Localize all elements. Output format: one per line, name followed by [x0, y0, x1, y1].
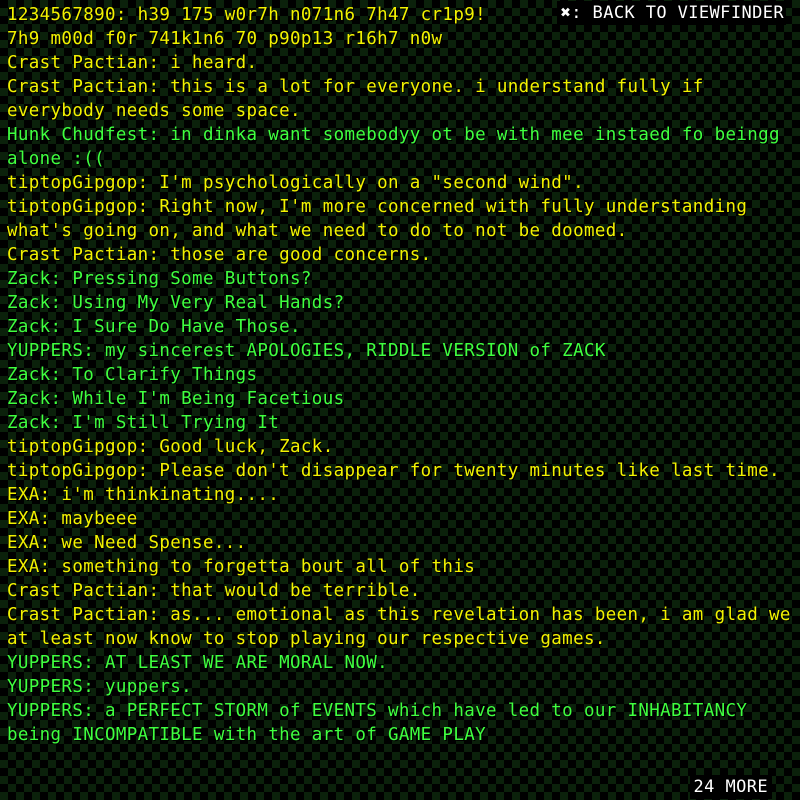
- back-to-viewfinder-button[interactable]: ✖: BACK TO VIEWFINDER: [556, 1, 786, 25]
- chat-message: YUPPERS: yuppers.: [7, 677, 193, 697]
- chat-message: Zack: To Clarify Things: [7, 365, 258, 385]
- chat-message: Crast Pactian: those are good concerns.: [7, 245, 432, 265]
- chat-message: Zack: Using My Very Real Hands?: [7, 293, 345, 313]
- chat-message: Crast Pactian: that would be terrible.: [7, 581, 421, 601]
- chat-log: 1234567890: h39 175 w0r7h n071n6 7h47 cr…: [7, 3, 793, 747]
- chat-message: Hunk Chudfest: in dinka want somebodyy o…: [7, 125, 791, 169]
- chat-message: YUPPERS: a PERFECT STORM of EVENTS which…: [7, 701, 759, 745]
- chat-message: EXA: maybeee: [7, 509, 138, 529]
- chat-message: Crast Pactian: as... emotional as this r…: [7, 605, 791, 649]
- chat-message: Zack: I'm Still Trying It: [7, 413, 280, 433]
- chat-message: Crast Pactian: this is a lot for everyon…: [7, 77, 715, 121]
- chat-message: tiptopGipgop: Please don't disappear for…: [7, 461, 780, 481]
- chat-message: YUPPERS: my sincerest APOLOGIES, RIDDLE …: [7, 341, 606, 361]
- chat-message: Zack: Pressing Some Buttons?: [7, 269, 312, 289]
- chat-message: tiptopGipgop: Good luck, Zack.: [7, 437, 334, 457]
- chat-message: Crast Pactian: i heard.: [7, 53, 258, 73]
- chat-message: EXA: something to forgetta bout all of t…: [7, 557, 476, 577]
- chat-message: 1234567890: h39 175 w0r7h n071n6 7h47 cr…: [7, 5, 497, 49]
- chat-message: EXA: we Need Spense...: [7, 533, 247, 553]
- chat-message: EXA: i'm thinkinating....: [7, 485, 280, 505]
- chat-message: tiptopGipgop: Right now, I'm more concer…: [7, 197, 759, 241]
- chat-message: YUPPERS: AT LEAST WE ARE MORAL NOW.: [7, 653, 389, 673]
- chat-message: tiptopGipgop: I'm psychologically on a "…: [7, 173, 584, 193]
- chat-message: Zack: While I'm Being Facetious: [7, 389, 345, 409]
- more-messages-indicator[interactable]: 24 MORE: [689, 775, 772, 799]
- chat-message: Zack: I Sure Do Have Those.: [7, 317, 301, 337]
